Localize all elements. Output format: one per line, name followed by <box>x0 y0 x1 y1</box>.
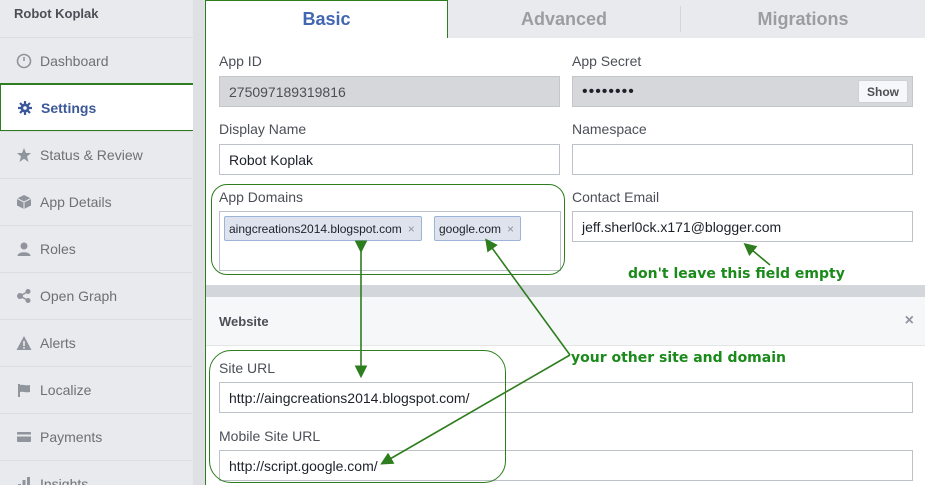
app-id-field[interactable]: 275097189319816 <box>219 76 560 107</box>
annotation-oval-domains <box>211 184 565 275</box>
sidebar-item-alerts[interactable]: Alerts <box>0 319 192 366</box>
sidebar-item-payments[interactable]: Payments <box>0 413 192 460</box>
app-id-label: App ID <box>219 53 262 69</box>
tab-migrations[interactable]: Migrations <box>681 0 925 38</box>
person-icon <box>16 241 32 257</box>
warning-icon <box>16 335 32 351</box>
close-icon[interactable]: × <box>905 312 914 330</box>
tab-advanced[interactable]: Advanced <box>448 0 680 38</box>
annotation-oval-urls <box>209 350 506 483</box>
sidebar-item-label: Localize <box>40 382 92 398</box>
sidebar: Robot Koplak Dashboard Settings Status &… <box>0 0 205 485</box>
sidebar-item-label: Dashboard <box>40 52 109 69</box>
display-name-value: Robot Koplak <box>229 151 314 168</box>
website-title: Website <box>219 314 269 329</box>
contact-email-value: jeff.sherl0ck.x171@blogger.com <box>582 218 782 235</box>
sidebar-scrollbar[interactable] <box>193 0 205 485</box>
section-divider <box>206 285 925 297</box>
cube-icon <box>16 194 32 210</box>
sidebar-item-label: Roles <box>40 241 76 257</box>
show-secret-button[interactable]: Show <box>858 80 908 103</box>
app-id-value: 275097189319816 <box>229 83 346 100</box>
sidebar-item-open-graph[interactable]: Open Graph <box>0 272 192 319</box>
sidebar-item-status-review[interactable]: Status & Review <box>0 131 192 178</box>
sidebar-item-label: Settings <box>41 99 97 116</box>
app-secret-field[interactable]: •••••••• Show <box>572 76 913 107</box>
active-tab-caret <box>332 30 348 38</box>
tab-basic[interactable]: Basic <box>205 0 448 38</box>
sidebar-item-label: App Details <box>40 194 112 210</box>
sidebar-item-label: Insights <box>40 476 89 485</box>
annotation-email-note: don't leave this field empty <box>628 266 845 282</box>
app-secret-label: App Secret <box>572 53 642 69</box>
sidebar-item-label: Status & Review <box>40 147 143 163</box>
annotation-domain-note: your other site and domain <box>571 350 786 366</box>
display-name-label: Display Name <box>219 121 307 137</box>
app-name: Robot Koplak <box>14 6 99 21</box>
star-icon <box>16 147 32 163</box>
contact-email-label: Contact Email <box>572 189 660 205</box>
sidebar-item-label: Open Graph <box>40 288 118 304</box>
sidebar-item-label: Alerts <box>40 335 76 351</box>
sidebar-item-dashboard[interactable]: Dashboard <box>0 37 205 84</box>
namespace-field[interactable] <box>572 144 913 175</box>
contact-email-field[interactable]: jeff.sherl0ck.x171@blogger.com <box>572 211 913 242</box>
display-name-field[interactable]: Robot Koplak <box>219 144 560 175</box>
chart-icon <box>16 476 32 485</box>
gear-icon <box>17 100 33 116</box>
sidebar-item-app-details[interactable]: App Details <box>0 178 192 225</box>
card-icon <box>16 429 32 445</box>
website-section-header: Website × <box>206 297 925 346</box>
sidebar-item-roles[interactable]: Roles <box>0 225 192 272</box>
dashboard-icon <box>16 53 32 69</box>
tab-bar: Basic Advanced Migrations <box>205 0 925 38</box>
sidebar-item-localize[interactable]: Localize <box>0 366 192 413</box>
sidebar-item-settings[interactable]: Settings <box>0 84 205 131</box>
namespace-label: Namespace <box>572 121 647 137</box>
flag-icon <box>16 382 32 398</box>
app-secret-value: •••••••• <box>582 82 635 100</box>
share-graph-icon <box>16 288 32 304</box>
facebook-app-settings: Robot Koplak Dashboard Settings Status &… <box>0 0 925 485</box>
sidebar-item-insights[interactable]: Insights <box>0 460 192 485</box>
sidebar-item-label: Payments <box>40 429 103 445</box>
